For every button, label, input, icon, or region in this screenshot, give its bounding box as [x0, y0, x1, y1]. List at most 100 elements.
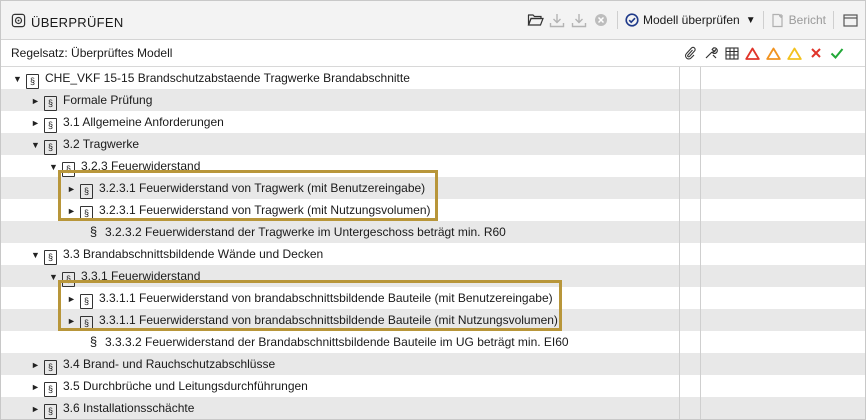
panel-title-area: ÜBERPRÜFEN [11, 13, 124, 31]
tree-row[interactable]: ► § 3.3.1.1 Feuerwiderstand von brandabsch… [1, 287, 865, 309]
expand-arrow-icon[interactable]: ► [31, 90, 41, 112]
expand-arrow-icon[interactable]: ► [31, 376, 41, 398]
paperclip-icon [684, 46, 696, 60]
check-circle-icon [625, 13, 639, 27]
tree-item-label: Formale Prüfung [63, 93, 153, 107]
paragraph-box-icon: § [80, 206, 93, 221]
cancel-circle-icon [595, 14, 607, 26]
panel-layout-icon [842, 13, 858, 27]
dropdown-arrow-icon[interactable]: ▼ [746, 15, 756, 26]
triangle-yellow-icon [787, 47, 802, 60]
expand-arrow-icon[interactable]: ► [31, 112, 41, 134]
collapse-arrow-icon[interactable]: ▼ [31, 244, 41, 266]
status-cell[interactable] [679, 155, 700, 177]
status-cell[interactable] [679, 353, 700, 375]
status-cell[interactable] [700, 177, 721, 199]
status-cell[interactable] [679, 133, 700, 155]
status-cell[interactable] [679, 375, 700, 397]
expand-arrow-icon[interactable]: ► [67, 178, 77, 200]
status-cell[interactable] [679, 397, 700, 419]
tree-row[interactable]: ▼ § 3.3 Brandabschnittsbildende Wände und … [1, 243, 865, 265]
attachment-column-header[interactable] [679, 40, 700, 66]
tree-row[interactable]: ► § 3.2.3.1 Feuerwiderstand von Tragwerk (… [1, 199, 865, 221]
expand-arrow-icon[interactable]: ► [31, 398, 41, 420]
paragraph-box-icon: § [62, 162, 75, 177]
status-cells [679, 287, 721, 309]
status-cell[interactable] [700, 375, 721, 397]
status-cell[interactable] [679, 331, 700, 353]
status-cell[interactable] [679, 265, 700, 287]
tree-row[interactable]: ► § 3.5 Durchbrüche und Leitungsdurchführu… [1, 375, 865, 397]
tree-row[interactable]: ▼ § CHE_VKF 15-15 Brandschutzabstaende Tra… [1, 67, 865, 89]
accepted-column-header[interactable] [826, 40, 847, 66]
tree-row[interactable]: ► § 3.6 Installationsschächte [1, 397, 865, 419]
check-model-button[interactable]: Modell überprüfen ▼ [625, 13, 756, 27]
tree-row[interactable]: ► § 3.1 Allgemeine Anforderungen [1, 111, 865, 133]
status-cell[interactable] [679, 243, 700, 265]
paragraph-box-icon: § [62, 272, 75, 287]
tree-row[interactable]: ► § Formale Prüfung [1, 89, 865, 111]
tree-row[interactable]: ► § 3.3.1.1 Feuerwiderstand von brandabsch… [1, 309, 865, 331]
tree-item-label: 3.2.3.1 Feuerwiderstand von Tragwerk (mi… [99, 181, 426, 195]
status-cell[interactable] [700, 309, 721, 331]
status-cell[interactable] [700, 89, 721, 111]
status-cell[interactable] [679, 67, 700, 89]
toggle-panel-button[interactable] [841, 10, 859, 30]
status-cell[interactable] [679, 199, 700, 221]
paragraph-box-icon: § [44, 96, 57, 111]
report-add-icon [772, 13, 783, 27]
status-cell[interactable] [700, 199, 721, 221]
tree-item-label: 3.6 Installationsschächte [63, 401, 195, 415]
status-cell[interactable] [679, 287, 700, 309]
status-cell[interactable] [700, 265, 721, 287]
expand-arrow-icon[interactable]: ► [67, 288, 77, 310]
status-cell[interactable] [700, 243, 721, 265]
tree-row[interactable]: ▼ § 3.2.3 Feuerwiderstand [1, 155, 865, 177]
info-column-header[interactable] [784, 40, 805, 66]
collapse-arrow-icon[interactable]: ▼ [49, 156, 59, 178]
table-column-header[interactable] [721, 40, 742, 66]
status-cell[interactable] [679, 89, 700, 111]
status-cell[interactable] [700, 331, 721, 353]
rejected-column-header[interactable] [805, 40, 826, 66]
status-cell[interactable] [700, 221, 721, 243]
tree-row[interactable]: § 3.3.3.2 Feuerwiderstand der Brandabschn… [1, 331, 865, 353]
status-cell[interactable] [700, 133, 721, 155]
expand-arrow-icon[interactable]: ► [67, 200, 77, 222]
folder-open-icon [527, 14, 544, 26]
wrench-icon [705, 47, 718, 59]
collapse-arrow-icon[interactable]: ▼ [31, 134, 41, 156]
rule-tree: ▼ § CHE_VKF 15-15 Brandschutzabstaende Tra… [1, 67, 865, 419]
status-cell[interactable] [679, 111, 700, 133]
error-column-header[interactable] [742, 40, 763, 66]
tree-item-label: 3.2.3 Feuerwiderstand [81, 159, 201, 173]
status-cell[interactable] [700, 111, 721, 133]
tree-row[interactable]: ► § 3.2.3.1 Feuerwiderstand von Tragwerk (… [1, 177, 865, 199]
toolbar-separator [762, 11, 764, 29]
tree-row[interactable]: ► § 3.4 Brand- und Rauchschutzabschlüsse [1, 353, 865, 375]
collapse-arrow-icon[interactable]: ▼ [13, 68, 23, 90]
tree-row[interactable]: ▼ § 3.2 Tragwerke [1, 133, 865, 155]
tree-row[interactable]: § 3.2.3.2 Feuerwiderstand der Tragwerke i… [1, 221, 865, 243]
expand-arrow-icon[interactable]: ► [31, 354, 41, 376]
open-folder-button[interactable] [526, 10, 544, 30]
download-tray-icon [571, 13, 587, 27]
warning-column-header[interactable] [763, 40, 784, 66]
status-cell[interactable] [700, 67, 721, 89]
tools-column-header[interactable] [700, 40, 721, 66]
status-cell[interactable] [679, 309, 700, 331]
expand-arrow-icon[interactable]: ► [67, 310, 77, 332]
status-cell[interactable] [700, 397, 721, 419]
status-cell[interactable] [679, 177, 700, 199]
status-cell[interactable] [700, 287, 721, 309]
status-cell[interactable] [679, 221, 700, 243]
collapse-arrow-icon[interactable]: ▼ [49, 266, 59, 288]
status-cell[interactable] [700, 155, 721, 177]
clear-button[interactable] [592, 10, 610, 30]
paragraph-box-icon: § [44, 140, 57, 155]
import-button[interactable] [548, 10, 566, 30]
tree-row[interactable]: ▼ § 3.3.1 Feuerwiderstand [1, 265, 865, 287]
export-button[interactable] [570, 10, 588, 30]
report-button[interactable]: Bericht [771, 13, 826, 28]
status-cell[interactable] [700, 353, 721, 375]
